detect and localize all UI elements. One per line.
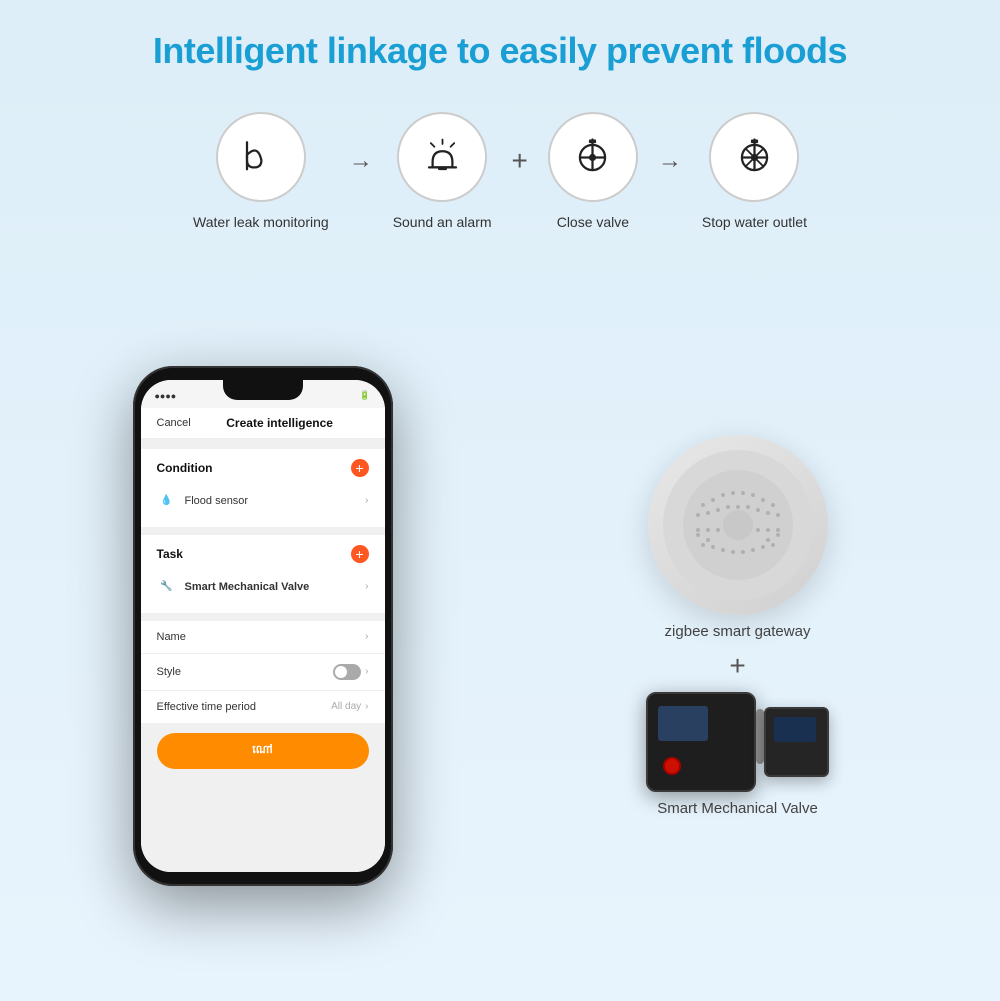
style-label: Style	[157, 666, 181, 678]
valve-circle	[548, 112, 638, 202]
task-title: Task	[157, 547, 183, 561]
effective-time-row[interactable]: Effective time period All day ›	[141, 691, 385, 723]
phone-signal: ●●●●	[155, 391, 177, 401]
condition-section: Condition + 💧 Flood sensor ›	[141, 449, 385, 527]
phone-nav: Cancel Create intelligence	[141, 408, 385, 439]
valve-addon-module	[764, 707, 829, 777]
style-chevron: ›	[365, 666, 368, 677]
valve-task-label: Smart Mechanical Valve	[185, 581, 310, 593]
valve-main-body	[646, 692, 756, 792]
gateway-image	[648, 435, 828, 615]
gateway-product: zigbee smart gateway	[648, 435, 828, 640]
products-plus: +	[729, 650, 745, 682]
page: Intelligent linkage to easily prevent fl…	[0, 0, 1000, 1001]
effective-label: Effective time period	[157, 701, 256, 713]
gateway-body	[663, 450, 813, 600]
flood-sensor-row[interactable]: 💧 Flood sensor ›	[157, 485, 369, 517]
page-title: Intelligent linkage to easily prevent fl…	[153, 30, 847, 72]
gateway-dots-svg	[678, 465, 798, 585]
effective-value: All day	[331, 701, 361, 712]
condition-title: Condition	[157, 461, 213, 475]
valve-addon-display	[774, 717, 816, 742]
name-row[interactable]: Name ›	[141, 621, 385, 653]
stop-water-icon	[732, 135, 777, 180]
task-header: Task +	[157, 545, 369, 563]
water-leak-circle	[216, 112, 306, 202]
effective-chevron: ›	[365, 701, 368, 712]
phone-screen-title: Create intelligence	[226, 416, 333, 430]
valve-product: Smart Mechanical Valve	[646, 692, 829, 817]
right-panel: zigbee smart gateway +	[515, 270, 960, 981]
flood-sensor-left: 💧 Flood sensor	[157, 491, 249, 511]
flow-item-stop-water: Stop water outlet	[702, 112, 807, 230]
valve-image-container	[646, 692, 829, 792]
phone-content: Condition + 💧 Flood sensor ›	[141, 439, 385, 872]
style-right: ›	[333, 664, 368, 680]
plus-1: +	[512, 145, 528, 177]
arrow-1: →	[349, 147, 373, 175]
name-chevron: ›	[365, 631, 368, 642]
arrow-2: →	[658, 147, 682, 175]
phone-battery: 🔋	[359, 390, 370, 401]
gateway-label: zigbee smart gateway	[665, 623, 811, 640]
add-task-button[interactable]: +	[351, 545, 369, 563]
close-valve-icon	[570, 135, 615, 180]
water-leak-icon	[238, 135, 283, 180]
style-row[interactable]: Style ›	[141, 654, 385, 690]
phone-container: ●●●● 1:11 🔋 Cancel Create intelligence	[40, 270, 485, 981]
task-section: Task + 🔧 Smart Mechanical Valve ›	[141, 535, 385, 613]
flood-sensor-icon: 💧	[157, 491, 177, 511]
valve-label: Close valve	[557, 214, 629, 230]
task-chevron: ›	[365, 581, 368, 592]
style-toggle[interactable]	[333, 664, 361, 680]
valve-task-row[interactable]: 🔧 Smart Mechanical Valve ›	[157, 571, 369, 603]
effective-right: All day ›	[331, 701, 368, 712]
phone-screen: ●●●● 1:11 🔋 Cancel Create intelligence	[141, 380, 385, 872]
valve-label: Smart Mechanical Valve	[657, 800, 818, 817]
flow-item-valve: Close valve	[548, 112, 638, 230]
condition-chevron: ›	[365, 495, 368, 506]
valve-display	[658, 706, 708, 741]
flow-diagram: Water leak monitoring → Sound an alarm +	[40, 112, 960, 230]
alarm-circle	[397, 112, 487, 202]
bottom-section: ●●●● 1:11 🔋 Cancel Create intelligence	[40, 270, 960, 981]
flow-item-water-leak: Water leak monitoring	[193, 112, 329, 230]
add-condition-button[interactable]: +	[351, 459, 369, 477]
condition-header: Condition +	[157, 459, 369, 477]
valve-task-left: 🔧 Smart Mechanical Valve	[157, 577, 310, 597]
name-label: Name	[157, 631, 186, 643]
phone-notch	[223, 380, 303, 400]
water-leak-label: Water leak monitoring	[193, 214, 329, 230]
valve-task-icon: 🔧	[157, 577, 177, 597]
flood-sensor-label: Flood sensor	[185, 495, 249, 507]
alarm-icon	[420, 135, 465, 180]
alarm-label: Sound an alarm	[393, 214, 492, 230]
valve-handle	[756, 709, 764, 764]
stop-water-circle	[709, 112, 799, 202]
flow-item-alarm: Sound an alarm	[393, 112, 492, 230]
phone-mockup: ●●●● 1:11 🔋 Cancel Create intelligence	[133, 366, 393, 886]
stop-water-label: Stop water outlet	[702, 214, 807, 230]
valve-power-button	[663, 757, 681, 775]
save-button[interactable]: ណៅ	[157, 733, 369, 769]
phone-cancel-button[interactable]: Cancel	[157, 417, 191, 429]
